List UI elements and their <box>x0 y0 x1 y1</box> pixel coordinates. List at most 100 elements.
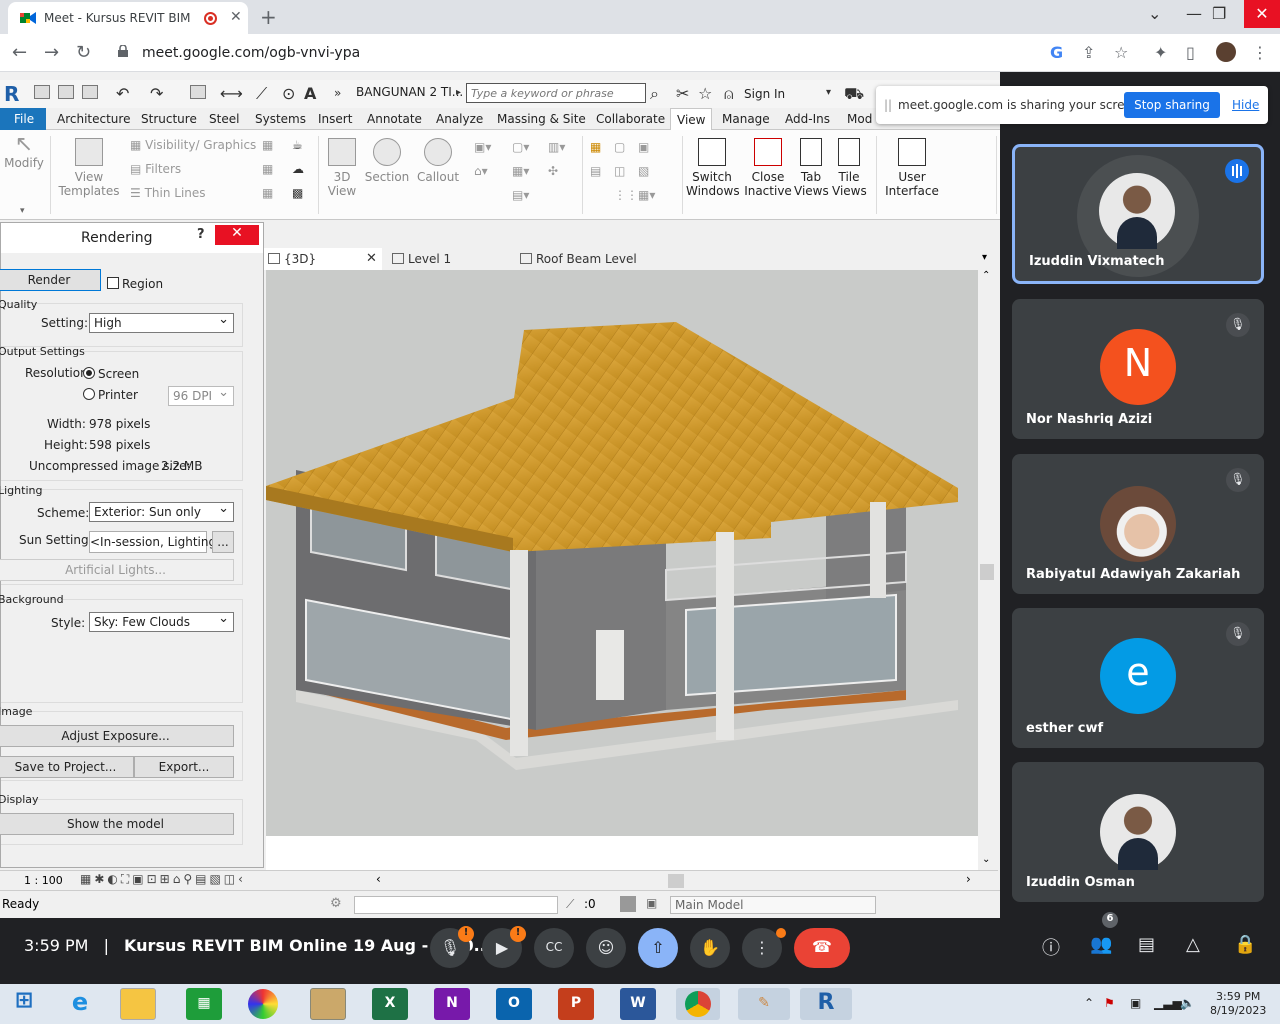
close-inactive-button[interactable]: Close Inactive <box>744 138 792 198</box>
view-placement-icon[interactable]: ▢ <box>614 140 625 154</box>
thin-lines-button[interactable]: ☰ Thin Lines <box>130 186 206 200</box>
background-style-select[interactable]: Sky: Few Clouds <box>89 611 234 632</box>
render-icon[interactable]: ☕ <box>292 138 303 152</box>
close-tab-icon[interactable]: ✕ <box>230 9 242 25</box>
onenote-icon[interactable]: N <box>434 988 470 1020</box>
tab-view[interactable]: View <box>670 108 713 131</box>
sync-icon[interactable] <box>82 85 98 99</box>
communication-icon[interactable]: ✂ <box>676 84 689 103</box>
vertical-scroll-thumb[interactable] <box>980 564 994 580</box>
view-reference-icon[interactable]: ⋮⋮ <box>614 188 638 202</box>
render-button[interactable]: Render <box>0 269 101 291</box>
participant-tile-esther-cwf[interactable]: e 🎙 esther cwf <box>1012 608 1264 748</box>
minimize-window-icon[interactable]: — <box>1186 4 1202 23</box>
worksets-icon[interactable]: ⚙ <box>330 896 342 911</box>
revit-taskbar-icon[interactable]: R <box>800 988 852 1020</box>
tab-manage[interactable]: Manage <box>722 112 770 126</box>
participant-tile-izuddin-osman[interactable]: Izuddin Osman <box>1012 762 1264 902</box>
view-control-icons[interactable]: ▦✱◐⛶▣⊡⊞⌂⚲▤▧◫‹ <box>80 872 246 887</box>
help-button[interactable]: ? <box>197 227 205 242</box>
participant-tile-nor-nashriq-azizi[interactable]: N 🎙 Nor Nashriq Azizi <box>1012 299 1264 439</box>
tab-systems[interactable]: Systems <box>255 112 306 126</box>
restore-window-icon[interactable]: ❐ <box>1212 4 1226 23</box>
close-view-tab-icon[interactable]: ✕ <box>366 251 377 266</box>
leave-call-button[interactable]: ☎ <box>794 928 850 968</box>
captions-button[interactable]: CC <box>534 928 574 968</box>
sheet-icon[interactable]: ▦ <box>590 140 601 154</box>
drafting-view-icon[interactable]: ▢▾ <box>512 140 529 154</box>
taskbar-clock[interactable]: 3:59 PM 8/19/2023 <box>1210 990 1266 1018</box>
measure-icon[interactable]: ⟷ <box>220 84 243 103</box>
title-block-icon[interactable]: ▣ <box>638 140 649 154</box>
scheme-select[interactable]: Exterior: Sun only <box>89 501 234 522</box>
chrome-taskbar-button[interactable] <box>676 988 720 1020</box>
meeting-info-icon[interactable]: ⓘ <box>1042 934 1060 960</box>
participant-tile-izuddin-vixmatech[interactable]: Izuddin Vixmatech <box>1012 144 1264 284</box>
outlook-icon[interactable]: O <box>496 988 532 1020</box>
visibility-graphics-button[interactable]: ▦ Visibility/ Graphics <box>130 138 256 152</box>
network-icon[interactable]: ▁▃▅ <box>1154 996 1182 1010</box>
tab-modify[interactable]: Mod <box>847 112 872 126</box>
back-icon[interactable]: ← <box>12 42 27 63</box>
scroll-left-icon[interactable]: ‹ <box>376 872 381 886</box>
emoji-button[interactable]: ☺ <box>586 928 626 968</box>
photo-app-icon[interactable] <box>248 989 278 1019</box>
tab-annotate[interactable]: Annotate <box>367 112 422 126</box>
tag-icon[interactable]: ⊙ <box>282 84 295 103</box>
sign-in-link[interactable]: Sign In <box>744 87 785 101</box>
save-to-project-button[interactable]: Save to Project... <box>0 756 134 778</box>
scroll-down-icon[interactable]: ⌄ <box>982 854 990 865</box>
quality-setting-select[interactable]: High <box>89 312 234 333</box>
elevation-icon[interactable]: ⌂▾ <box>474 164 488 178</box>
chat-icon[interactable]: ▤ <box>1138 934 1155 955</box>
activities-icon[interactable]: △ <box>1186 934 1200 955</box>
host-controls-icon[interactable]: 🔒 <box>1234 934 1256 955</box>
viewports-icon[interactable]: ▦▾ <box>638 188 655 202</box>
profile-avatar[interactable] <box>1216 42 1236 62</box>
close-dialog-button[interactable]: ✕ <box>215 225 259 245</box>
side-panel-icon[interactable]: ▯ <box>1186 43 1195 62</box>
undo-icon[interactable]: ↶ <box>116 84 129 103</box>
3d-viewport[interactable] <box>266 270 978 836</box>
more-tools-icon[interactable]: » <box>334 86 341 100</box>
tab-search-icon[interactable]: ⌄ <box>1148 4 1161 23</box>
view-templates-button[interactable]: View Templates <box>58 138 120 198</box>
cut-profile-icon[interactable]: ▦ <box>262 186 273 200</box>
print-icon[interactable] <box>190 85 206 99</box>
tab-structure[interactable]: Structure <box>141 112 197 126</box>
adjust-exposure-button[interactable]: Adjust Exposure... <box>0 725 234 747</box>
start-windows-icon[interactable]: ⊞ <box>6 988 42 1020</box>
schedules-icon[interactable]: ▥▾ <box>548 140 565 154</box>
drag-handle-icon[interactable]: || <box>884 98 892 112</box>
redo-icon[interactable]: ↷ <box>150 84 163 103</box>
participant-tile-rabiyatul-adawiyah-zakariah[interactable]: 🎙 Rabiyatul Adawiyah Zakariah <box>1012 454 1264 594</box>
google-icon[interactable]: G <box>1050 43 1063 62</box>
close-window-icon[interactable]: ✕ <box>1244 0 1280 28</box>
forward-icon[interactable]: → <box>44 42 59 63</box>
text-icon[interactable]: A <box>304 84 316 103</box>
cart-icon[interactable]: ⛟ <box>844 84 864 105</box>
filters-button[interactable]: ▤ Filters <box>130 162 181 176</box>
sun-setting-field[interactable]: <In-session, Lighting> <box>89 531 226 553</box>
tab-add-ins[interactable]: Add-Ins <box>785 112 830 126</box>
tab-collaborate[interactable]: Collaborate <box>596 112 665 126</box>
select-dropdown-icon[interactable]: ▾ <box>20 206 25 216</box>
stop-sharing-button[interactable]: Stop sharing <box>1124 92 1220 118</box>
modify-button[interactable]: ↖ Modify <box>4 134 44 171</box>
save-icon[interactable] <box>58 85 74 99</box>
view-tab-roof-beam-level[interactable]: Roof Beam Level <box>516 248 676 270</box>
omnibox[interactable]: meet.google.com/ogb-vnvi-ypa <box>104 39 1044 67</box>
vertical-scrollbar[interactable]: ⌃ ⌄ <box>978 270 996 870</box>
present-screen-button[interactable]: ⇧ <box>638 928 678 968</box>
binoculars-icon[interactable]: ⌕ <box>650 84 659 104</box>
tile-views-button[interactable]: Tile Views <box>832 138 867 198</box>
powerpoint-icon[interactable]: P <box>558 988 594 1020</box>
tray-device-icon[interactable]: ▣ <box>1130 996 1141 1010</box>
browser-menu-icon[interactable]: ⋮ <box>1252 43 1268 62</box>
scroll-app-icon[interactable] <box>310 988 346 1020</box>
share-page-icon[interactable]: ⇪ <box>1082 43 1095 62</box>
hide-notification-link[interactable]: Hide <box>1232 98 1259 112</box>
tab-views-button[interactable]: Tab Views <box>794 138 829 198</box>
tab-file[interactable]: File <box>0 108 46 130</box>
show-hidden-lines-icon[interactable]: ▦ <box>262 138 273 152</box>
